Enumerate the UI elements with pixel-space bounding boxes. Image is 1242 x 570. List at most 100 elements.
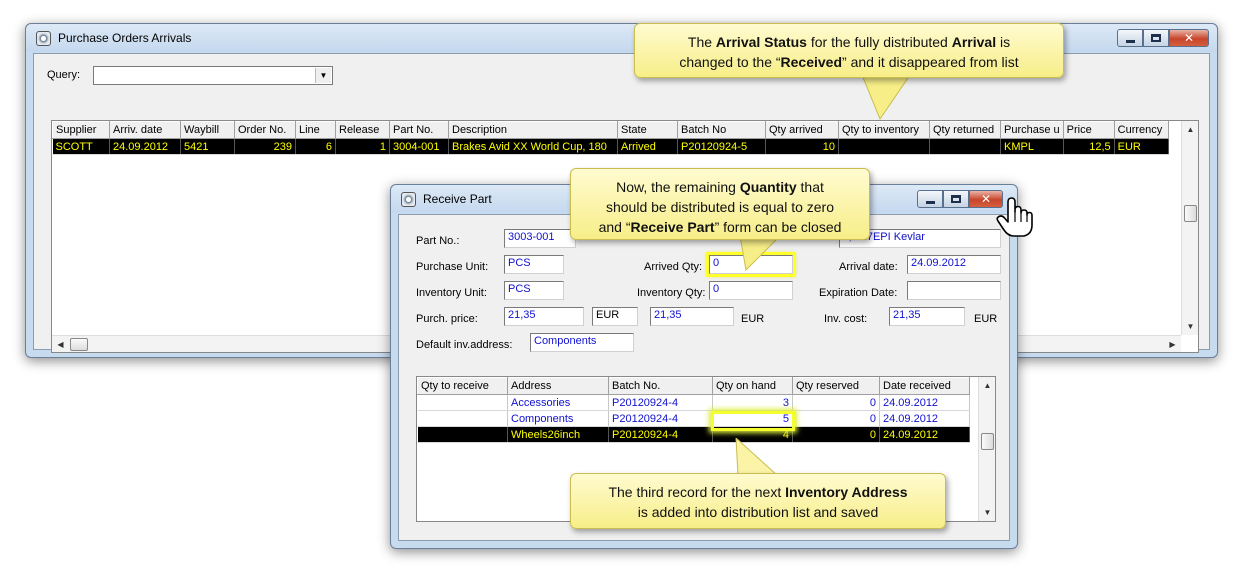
close-icon: ✕ [980,192,992,206]
cell-waybill[interactable]: 5421 [180,138,235,155]
purch-currency-field[interactable]: EUR [592,307,638,326]
col-release[interactable]: Release [335,121,390,139]
scroll-down-icon[interactable]: ▼ [979,504,995,521]
inventory-qty-field[interactable]: 0 [709,281,793,300]
cell-price[interactable]: 12,5 [1063,138,1115,155]
inventory-unit-label: Inventory Unit: [416,287,487,299]
cell-order-no[interactable]: 239 [234,138,296,155]
col-description[interactable]: Description [448,121,618,139]
purch-price-field[interactable]: 21,35 [504,307,584,326]
maximize-button[interactable] [1143,29,1169,47]
scroll-up-icon[interactable]: ▲ [1182,121,1198,138]
minimize-button[interactable] [1117,29,1143,47]
middle-callout-line-3: and “Receive Part” form can be closed [598,219,842,235]
col-qty-to-receive[interactable]: Qty to receive [417,377,508,395]
cell-qty-on-hand[interactable]: 5 [712,410,793,427]
hand-cursor-icon [996,197,1033,237]
col-part-no[interactable]: Part No. [389,121,449,139]
cell-qty-returned[interactable] [929,138,1001,155]
cell-line[interactable]: 6 [295,138,336,155]
cell-part-no[interactable]: 3004-001 [389,138,449,155]
scroll-thumb[interactable] [70,338,88,351]
inventory-unit-field[interactable]: PCS [504,281,564,300]
inv-cost-field[interactable]: 21,35 [889,307,965,326]
cell-qty-reserved[interactable]: 0 [792,394,880,411]
col-state[interactable]: State [617,121,678,139]
default-address-field[interactable]: Components [530,333,634,352]
cell-address[interactable]: Wheels26inch [507,426,609,443]
col-qty-reserved[interactable]: Qty reserved [792,377,880,395]
scroll-thumb[interactable] [981,433,994,450]
purchase-unit-field[interactable]: PCS [504,255,564,274]
table-row[interactable]: Accessories P20120924-4 3 0 24.09.2012 [417,394,970,411]
cell-batch-no[interactable]: P20120924-4 [608,394,713,411]
cell-date-received[interactable]: 24.09.2012 [879,426,970,443]
distribution-vertical-scrollbar[interactable]: ▲ ▼ [978,377,995,521]
expiration-date-field[interactable] [907,281,1001,300]
part-no-field[interactable]: 3003-001 [504,229,576,248]
col-line[interactable]: Line [295,121,336,139]
cell-qty-on-hand[interactable]: 3 [712,394,793,411]
table-row[interactable]: Wheels26inch P20120924-4 4 0 24.09.2012 [417,426,970,443]
purch-price-converted-field[interactable]: 21,35 [650,307,734,326]
maximize-icon [951,195,961,203]
cell-date-received[interactable]: 24.09.2012 [879,410,970,427]
query-dropdown[interactable]: ▼ [93,66,333,85]
dropdown-arrow-icon[interactable]: ▼ [315,68,331,83]
default-address-label: Default inv.address: [416,339,513,351]
cell-qty-to-receive[interactable] [417,426,508,443]
arrival-date-field[interactable]: 24.09.2012 [907,255,1001,274]
cell-qty-to-inventory[interactable] [838,138,930,155]
scroll-up-icon[interactable]: ▲ [979,377,995,394]
col-qty-returned[interactable]: Qty returned [929,121,1001,139]
cell-date-received[interactable]: 24.09.2012 [879,394,970,411]
maximize-button[interactable] [943,190,969,208]
col-address[interactable]: Address [507,377,609,395]
cell-qty-arrived[interactable]: 10 [765,138,839,155]
col-currency[interactable]: Currency [1113,121,1169,139]
table-row[interactable]: Components P20120924-4 5 0 24.09.2012 [417,410,970,427]
scroll-down-icon[interactable]: ▼ [1182,318,1198,335]
close-button[interactable]: ✕ [1169,29,1209,47]
cell-currency[interactable]: EUR [1114,138,1169,155]
cell-qty-to-receive[interactable] [417,394,508,411]
cell-batch-no[interactable]: P20120924-5 [677,138,766,155]
scroll-thumb[interactable] [1184,205,1197,222]
cell-release[interactable]: 1 [335,138,390,155]
cell-state[interactable]: Arrived [617,138,678,155]
cell-address[interactable]: Accessories [507,394,609,411]
scroll-right-icon[interactable]: ▶ [1164,336,1181,352]
cell-qty-to-receive[interactable] [417,410,508,427]
arrivals-header-row: Supplier Arriv. date Waybill Order No. L… [52,121,1169,139]
expiration-date-label: Expiration Date: [819,287,898,299]
cell-description[interactable]: Brakes Avid XX World Cup, 180 [448,138,618,155]
cell-purchase-unit[interactable]: KMPL [1000,138,1064,155]
col-price[interactable]: Price [1062,121,1115,139]
distribution-table: Qty to receive Address Batch No. Qty on … [417,377,970,443]
col-waybill[interactable]: Waybill [180,121,235,139]
cell-qty-reserved[interactable]: 0 [792,426,880,443]
middle-callout-line-1: Now, the remaining Quantity that [616,179,824,195]
col-supplier[interactable]: Supplier [52,121,110,139]
cell-arriv-date[interactable]: 24.09.2012 [109,138,181,155]
maximize-icon [1151,34,1161,42]
cell-qty-reserved[interactable]: 0 [792,410,880,427]
table-row[interactable]: SCOTT 24.09.2012 5421 239 6 1 3004-001 B… [52,138,1169,155]
cell-batch-no[interactable]: P20120924-4 [608,426,713,443]
arrivals-vertical-scrollbar[interactable]: ▲ ▼ [1181,121,1198,335]
part-no-label: Part No.: [416,235,460,247]
col-order-no[interactable]: Order No. [234,121,296,139]
top-callout-tail [861,75,911,121]
minimize-button[interactable] [917,190,943,208]
col-batch-no[interactable]: Batch No. [608,377,713,395]
col-qty-arrived[interactable]: Qty arrived [765,121,839,139]
col-qty-on-hand[interactable]: Qty on hand [712,377,793,395]
col-arriv-date[interactable]: Arriv. date [109,121,181,139]
scroll-left-icon[interactable]: ◀ [52,336,69,352]
col-batch-no[interactable]: Batch No [677,121,766,139]
col-purchase-unit[interactable]: Purchase u [1000,121,1064,139]
cell-supplier[interactable]: SCOTT [52,138,110,155]
cell-address[interactable]: Components [507,410,609,427]
cell-batch-no[interactable]: P20120924-4 [608,410,713,427]
col-date-received[interactable]: Date received [879,377,970,395]
